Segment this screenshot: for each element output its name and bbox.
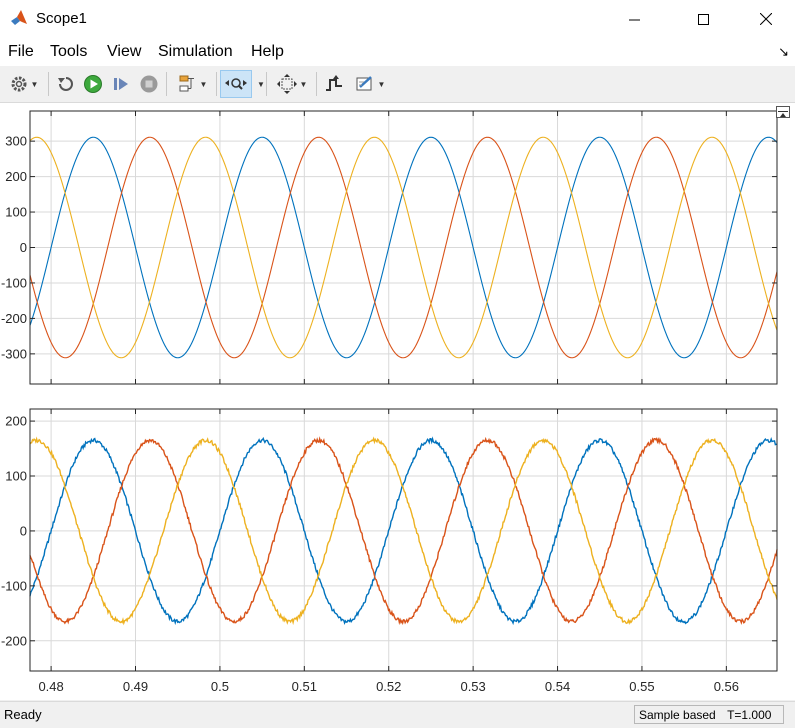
signal-select-icon	[179, 75, 194, 92]
separator	[316, 72, 317, 96]
separator	[266, 72, 267, 96]
separator	[216, 72, 217, 96]
run-icon	[84, 75, 102, 93]
matlab-logo-icon	[11, 10, 27, 25]
x-tick-label: 0.52	[376, 679, 401, 694]
y-tick-label: -100	[1, 578, 27, 593]
status-text: Ready	[4, 707, 42, 722]
step-back-button[interactable]	[54, 70, 78, 98]
menu-help[interactable]: Help	[251, 43, 284, 61]
menu-file[interactable]: File	[8, 43, 34, 61]
x-tick-label: 0.48	[38, 679, 63, 694]
y-tick-label: 100	[5, 469, 27, 484]
triggers-button[interactable]	[322, 70, 346, 98]
stop-icon	[140, 75, 158, 93]
x-tick-label: 0.51	[292, 679, 317, 694]
scope-plots[interactable]: -300 -200 -100 0 100 200 300 -200 -100 0 100 200 0.4…	[0, 103, 795, 700]
toolbar: ▼ ▼ ▼ ▼ ▼	[0, 66, 795, 103]
step-back-icon	[58, 77, 73, 91]
y-tick-label: 200	[5, 414, 27, 429]
measurements-button[interactable]: ▼	[350, 70, 390, 98]
measurements-icon	[356, 76, 372, 91]
status-bar: Ready Sample based T=1.000	[0, 701, 795, 728]
menu-simulation[interactable]: Simulation	[158, 43, 233, 61]
stop-button[interactable]	[137, 70, 161, 98]
dock-arrow-icon[interactable]: ↘	[778, 44, 789, 60]
minimize-button[interactable]	[611, 0, 657, 38]
fit-axes-icon	[276, 74, 297, 94]
x-tick-label: 0.49	[123, 679, 148, 694]
x-tick-label: 0.55	[629, 679, 654, 694]
window-title: Scope1	[36, 10, 87, 27]
zoom-button[interactable]	[220, 70, 252, 98]
undock-icon	[778, 111, 788, 117]
undock-axes-button[interactable]	[776, 106, 790, 118]
menu-bar: File Tools View Simulation Help ↘	[0, 38, 795, 66]
triggers-icon	[326, 75, 342, 91]
y-tick-label: 0	[20, 523, 27, 538]
zoom-dropdown-icon[interactable]: ▼	[257, 80, 265, 89]
sample-mode-box: Sample based T=1.000	[634, 705, 784, 724]
gear-icon	[11, 76, 27, 92]
y-tick-label: 0	[20, 240, 27, 255]
x-tick-label: 0.54	[545, 679, 570, 694]
y-tick-label: 300	[5, 134, 27, 149]
step-forward-icon	[114, 78, 128, 90]
fit-axes-button[interactable]: ▼	[272, 70, 312, 98]
close-button[interactable]	[743, 0, 789, 38]
x-tick-label: 0.53	[460, 679, 485, 694]
settings-button[interactable]: ▼	[4, 70, 44, 98]
x-tick-label: 0.56	[714, 679, 739, 694]
sim-time-label: T=1.000	[727, 708, 772, 722]
plot-background	[30, 409, 777, 671]
title-bar: Scope1	[0, 0, 795, 38]
close-icon	[760, 13, 772, 25]
signal-select-button[interactable]: ▼	[172, 70, 212, 98]
y-tick-label: -200	[1, 633, 27, 648]
dropdown-icon: ▼	[199, 79, 208, 89]
y-tick-label: -100	[1, 275, 27, 290]
scope-display[interactable]: -300 -200 -100 0 100 200 300 -200 -100 0 100 200 0.4…	[0, 103, 795, 700]
menu-tools[interactable]: Tools	[50, 43, 87, 61]
separator	[166, 72, 167, 96]
y-tick-label: -200	[1, 311, 27, 326]
run-button[interactable]	[81, 70, 105, 98]
maximize-button[interactable]	[680, 0, 726, 38]
minimize-icon	[628, 19, 640, 20]
dropdown-icon: ▼	[30, 79, 39, 89]
separator	[48, 72, 49, 96]
maximize-icon	[697, 13, 709, 25]
dropdown-icon: ▼	[299, 79, 308, 89]
step-forward-button[interactable]	[109, 70, 133, 98]
menu-view[interactable]: View	[107, 43, 141, 61]
dropdown-icon: ▼	[377, 79, 386, 89]
y-tick-label: 200	[5, 169, 27, 184]
x-tick-label: 0.5	[211, 679, 229, 694]
y-tick-label: -300	[1, 346, 27, 361]
zoom-icon	[225, 78, 247, 90]
sample-mode-label: Sample based	[639, 708, 716, 722]
y-tick-label: 100	[5, 205, 27, 220]
